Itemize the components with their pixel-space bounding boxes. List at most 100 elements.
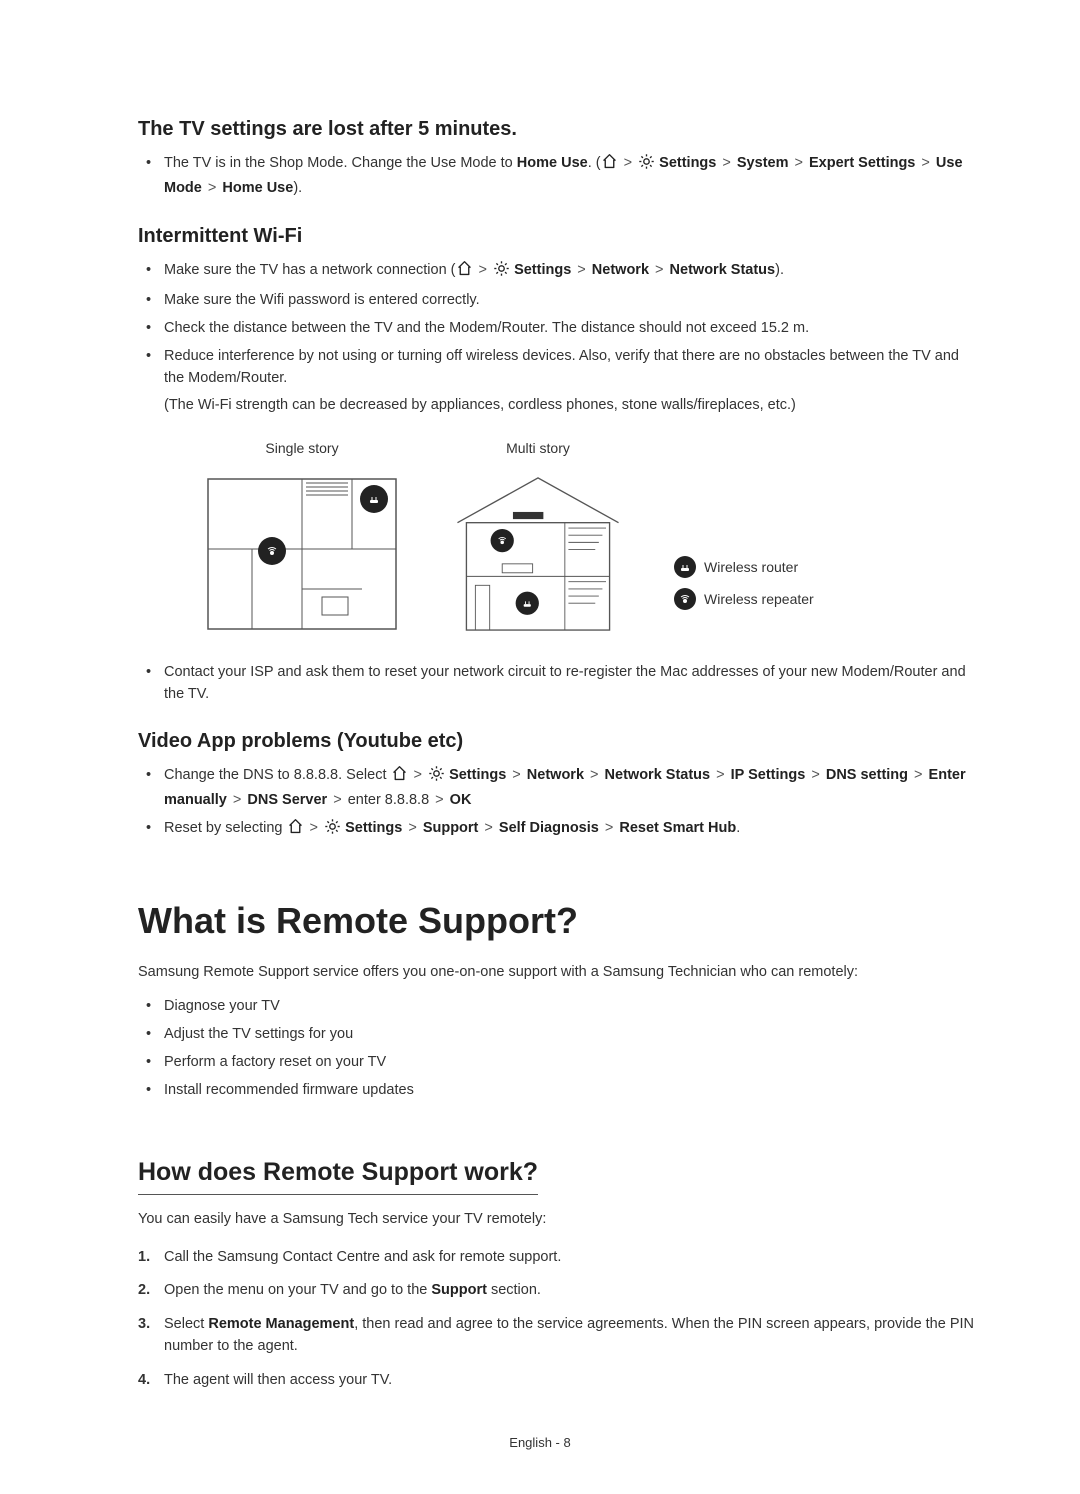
- heading-how-remote-support: How does Remote Support work?: [138, 1154, 538, 1195]
- separator: >: [412, 767, 424, 783]
- text: The TV is in the Shop Mode. Change the U…: [164, 155, 517, 171]
- list-item: Make sure the TV has a network connectio…: [138, 257, 980, 288]
- list-item: Make sure the Wifi password is entered c…: [138, 287, 980, 315]
- path-step: Reset Smart Hub: [619, 820, 736, 836]
- separator: >: [482, 820, 494, 836]
- path-step: IP Settings: [731, 767, 806, 783]
- gear-icon: [493, 260, 510, 285]
- separator: >: [231, 792, 243, 808]
- list-item: The TV is in the Shop Mode. Change the U…: [138, 150, 980, 203]
- separator: >: [793, 155, 805, 171]
- list-wifi-2: Contact your ISP and ask them to reset y…: [138, 659, 980, 709]
- separator: >: [331, 792, 343, 808]
- path-step: Network: [527, 767, 584, 783]
- path-step: Settings: [345, 820, 402, 836]
- home-icon: [287, 818, 304, 843]
- text: ).: [775, 262, 784, 278]
- heading-remote-support: What is Remote Support?: [138, 894, 980, 948]
- path-step: DNS Server: [247, 792, 327, 808]
- text: ).: [293, 180, 302, 196]
- gear-icon: [638, 153, 655, 178]
- page-footer: English - 8: [0, 1433, 1080, 1453]
- legend-label: Wireless router: [704, 557, 798, 578]
- bold-text: Home Use: [517, 155, 588, 171]
- path-step: System: [737, 155, 789, 171]
- home-icon: [391, 765, 408, 790]
- list-item: Select Remote Management, then read and …: [138, 1308, 980, 1364]
- list-item: Perform a factory reset on your TV: [138, 1049, 980, 1077]
- heading-tv-settings-lost: The TV settings are lost after 5 minutes…: [138, 114, 980, 144]
- diagram-single-story: Single story: [202, 438, 402, 647]
- separator: >: [809, 767, 821, 783]
- separator: >: [912, 767, 924, 783]
- heading-intermittent-wifi: Intermittent Wi-Fi: [138, 221, 980, 251]
- separator: >: [603, 820, 615, 836]
- list-item: Open the menu on your TV and go to the S…: [138, 1274, 980, 1308]
- steps-remote-support: Call the Samsung Contact Centre and ask …: [138, 1241, 980, 1398]
- diagram-title: Multi story: [438, 438, 638, 459]
- separator: >: [588, 767, 600, 783]
- list-wifi: Make sure the TV has a network connectio…: [138, 257, 980, 421]
- list-item: Contact your ISP and ask them to reset y…: [138, 659, 980, 709]
- house-multi-icon: [438, 469, 638, 639]
- bold-text: Remote Management: [208, 1316, 354, 1332]
- path-step: Network Status: [605, 767, 711, 783]
- path-step: Expert Settings: [809, 155, 915, 171]
- list-remote-support: Diagnose your TV Adjust the TV settings …: [138, 993, 980, 1104]
- router-icon: [674, 556, 696, 578]
- diagram-multi-story: Multi story: [438, 438, 638, 647]
- separator: >: [477, 262, 489, 278]
- list-item: Reduce interference by not using or turn…: [138, 343, 980, 420]
- heading-video-app: Video App problems (Youtube etc): [138, 726, 980, 756]
- path-step: DNS setting: [826, 767, 908, 783]
- path-step: Self Diagnosis: [499, 820, 599, 836]
- separator: >: [406, 820, 418, 836]
- diagram-legend: Wireless router Wireless repeater: [674, 556, 814, 610]
- home-icon: [456, 260, 473, 285]
- list-item: Reset by selecting > Settings > Support …: [138, 815, 980, 846]
- home-icon: [601, 153, 618, 178]
- floorplan-single-icon: [202, 469, 402, 639]
- path-step: OK: [450, 792, 472, 808]
- legend-row-router: Wireless router: [674, 556, 814, 578]
- list-item: Adjust the TV settings for you: [138, 1021, 980, 1049]
- path-step: Settings: [449, 767, 506, 783]
- gear-icon: [324, 818, 341, 843]
- path-step: Network Status: [670, 262, 776, 278]
- path-step: Home Use: [222, 180, 293, 196]
- repeater-icon: [674, 588, 696, 610]
- text: (The Wi-Fi strength can be decreased by …: [164, 395, 980, 417]
- list-item: The agent will then access your TV.: [138, 1364, 980, 1398]
- list-item: Check the distance between the TV and th…: [138, 315, 980, 343]
- bold-text: Support: [431, 1282, 487, 1298]
- path-step: Settings: [659, 155, 716, 171]
- diagram-title: Single story: [202, 438, 402, 459]
- list-tv-settings: The TV is in the Shop Mode. Change the U…: [138, 150, 980, 203]
- list-video-app: Change the DNS to 8.8.8.8. Select > Sett…: [138, 762, 980, 845]
- text: Reset by selecting: [164, 820, 287, 836]
- text: section.: [487, 1282, 541, 1298]
- paragraph: Samsung Remote Support service offers yo…: [138, 962, 980, 984]
- legend-label: Wireless repeater: [704, 589, 814, 610]
- list-item: Install recommended firmware updates: [138, 1077, 980, 1105]
- text: enter 8.8.8.8: [348, 792, 429, 808]
- text: Open the menu on your TV and go to the: [164, 1282, 431, 1298]
- text: . (: [588, 155, 601, 171]
- text: .: [736, 820, 740, 836]
- gear-icon: [428, 765, 445, 790]
- text: Select: [164, 1316, 208, 1332]
- separator: >: [206, 180, 218, 196]
- separator: >: [575, 262, 587, 278]
- separator: >: [919, 155, 931, 171]
- wifi-diagrams: Single story Multi story: [202, 438, 980, 647]
- text: Reduce interference by not using or turn…: [164, 348, 959, 386]
- separator: >: [308, 820, 320, 836]
- separator: >: [622, 155, 634, 171]
- legend-row-repeater: Wireless repeater: [674, 588, 814, 610]
- separator: >: [714, 767, 726, 783]
- separator: >: [433, 792, 445, 808]
- separator: >: [510, 767, 522, 783]
- path-step: Network: [592, 262, 649, 278]
- path-step: Settings: [514, 262, 571, 278]
- list-item: Change the DNS to 8.8.8.8. Select > Sett…: [138, 762, 980, 815]
